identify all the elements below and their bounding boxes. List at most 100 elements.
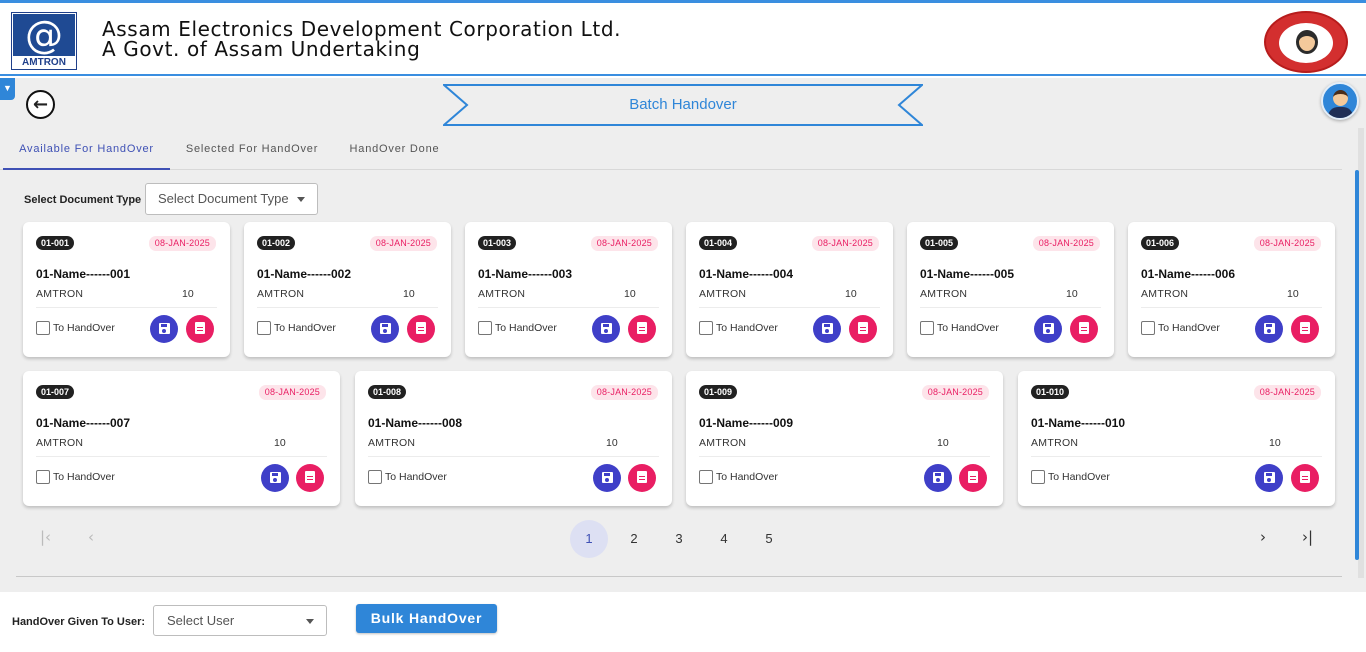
document-card: 01-002 08-JAN-2025 01-Name------002 AMTR…: [244, 222, 451, 357]
back-button[interactable]: ←: [26, 90, 55, 119]
last-page-icon[interactable]: ›|: [1302, 528, 1313, 546]
view-document-button[interactable]: [628, 464, 656, 492]
handover-checkbox-label: To HandOver: [1158, 322, 1220, 334]
card-code-badge: 01-003: [478, 236, 517, 250]
card-date-badge: 08-JAN-2025: [1032, 236, 1100, 251]
page-4-button[interactable]: 4: [705, 520, 743, 558]
save-button[interactable]: [813, 315, 841, 343]
handover-checkbox[interactable]: [699, 470, 713, 484]
document-icon: [858, 322, 868, 335]
view-document-button[interactable]: [186, 315, 214, 343]
tab-available-for-handover[interactable]: Available For HandOver: [3, 128, 170, 170]
document-card: 01-001 08-JAN-2025 01-Name------001 AMTR…: [23, 222, 230, 357]
card-code-badge: 01-004: [699, 236, 738, 250]
floppy-disk-icon: [1042, 322, 1054, 334]
card-date-badge: 08-JAN-2025: [369, 236, 437, 251]
card-org: AMTRON: [36, 288, 84, 300]
save-button[interactable]: [371, 315, 399, 343]
document-type-select[interactable]: Select Document Type: [145, 183, 318, 215]
save-button[interactable]: [592, 315, 620, 343]
view-document-button[interactable]: [849, 315, 877, 343]
handover-checkbox-label: To HandOver: [385, 471, 447, 483]
card-code-badge: 01-009: [699, 385, 738, 399]
card-code-badge: 01-008: [368, 385, 407, 399]
user-avatar[interactable]: [1321, 82, 1359, 120]
handover-checkbox[interactable]: [478, 321, 492, 335]
document-icon: [1300, 471, 1310, 484]
document-card: 01-008 08-JAN-2025 01-Name------008 AMTR…: [355, 371, 672, 506]
view-document-button[interactable]: [959, 464, 987, 492]
document-icon: [968, 471, 978, 484]
save-button[interactable]: [261, 464, 289, 492]
scrollbar-thumb[interactable]: [1355, 170, 1359, 560]
tab-handover-done[interactable]: HandOver Done: [336, 128, 453, 170]
card-org: AMTRON: [699, 288, 747, 300]
save-button[interactable]: [1255, 464, 1283, 492]
save-button[interactable]: [1034, 315, 1062, 343]
arrow-left-icon: ←: [32, 93, 49, 115]
handover-tabs: Available For HandOver Selected For Hand…: [0, 128, 1342, 170]
first-page-icon[interactable]: |‹: [40, 528, 51, 546]
document-icon: [195, 322, 205, 335]
handover-checkbox-label: To HandOver: [53, 322, 115, 334]
handover-checkbox[interactable]: [920, 321, 934, 335]
floppy-disk-icon: [158, 322, 170, 334]
app-header: @ AMTRON Assam Electronics Development C…: [0, 3, 1366, 76]
floppy-disk-icon: [600, 322, 612, 334]
document-icon: [416, 322, 426, 335]
divider: [16, 576, 1342, 577]
beti-bachao-emblem-icon: [1264, 11, 1348, 73]
save-button[interactable]: [593, 464, 621, 492]
side-menu-toggle[interactable]: ▼: [0, 78, 15, 100]
view-document-button[interactable]: [407, 315, 435, 343]
chevron-right-icon[interactable]: ›: [1260, 528, 1266, 546]
card-quantity: 10: [1066, 288, 1078, 300]
handover-checkbox[interactable]: [36, 470, 50, 484]
handover-checkbox[interactable]: [36, 321, 50, 335]
card-org: AMTRON: [478, 288, 526, 300]
card-quantity: 10: [1287, 288, 1299, 300]
page-1-button[interactable]: 1: [570, 520, 608, 558]
view-document-button[interactable]: [1070, 315, 1098, 343]
card-code-badge: 01-010: [1031, 385, 1070, 399]
save-button[interactable]: [924, 464, 952, 492]
user-select-value: Select User: [167, 613, 235, 628]
document-icon: [1079, 322, 1089, 335]
bulk-handover-button[interactable]: Bulk HandOver: [356, 604, 497, 633]
page-3-button[interactable]: 3: [660, 520, 698, 558]
handover-checkbox-label: To HandOver: [716, 471, 778, 483]
handover-checkbox-label: To HandOver: [53, 471, 115, 483]
chevron-left-icon[interactable]: ‹: [88, 528, 94, 546]
page-2-button[interactable]: 2: [615, 520, 653, 558]
card-org: AMTRON: [1031, 437, 1079, 449]
handover-checkbox[interactable]: [699, 321, 713, 335]
card-date-badge: 08-JAN-2025: [1253, 236, 1321, 251]
floppy-disk-icon: [1263, 471, 1275, 483]
card-quantity: 10: [274, 437, 286, 449]
save-button[interactable]: [150, 315, 178, 343]
card-name: 01-Name------003: [478, 267, 573, 281]
card-name: 01-Name------010: [1031, 416, 1126, 430]
view-document-button[interactable]: [1291, 315, 1319, 343]
amtron-logo: @ AMTRON: [11, 12, 77, 70]
card-date-badge: 08-JAN-2025: [590, 236, 658, 251]
handover-checkbox[interactable]: [257, 321, 271, 335]
handover-checkbox[interactable]: [368, 470, 382, 484]
handover-checkbox[interactable]: [1031, 470, 1045, 484]
document-icon: [637, 322, 647, 335]
card-quantity: 10: [403, 288, 415, 300]
card-org: AMTRON: [699, 437, 747, 449]
view-document-button[interactable]: [1291, 464, 1319, 492]
document-card: 01-005 08-JAN-2025 01-Name------005 AMTR…: [907, 222, 1114, 357]
page-5-button[interactable]: 5: [750, 520, 788, 558]
tab-selected-for-handover[interactable]: Selected For HandOver: [172, 128, 332, 170]
view-document-button[interactable]: [628, 315, 656, 343]
handover-checkbox[interactable]: [1141, 321, 1155, 335]
save-button[interactable]: [1255, 315, 1283, 343]
view-document-button[interactable]: [296, 464, 324, 492]
card-date-badge: 08-JAN-2025: [258, 385, 326, 400]
card-org: AMTRON: [36, 437, 84, 449]
user-select[interactable]: Select User: [153, 605, 327, 636]
floppy-disk-icon: [1263, 322, 1275, 334]
document-type-value: Select Document Type: [158, 191, 289, 206]
